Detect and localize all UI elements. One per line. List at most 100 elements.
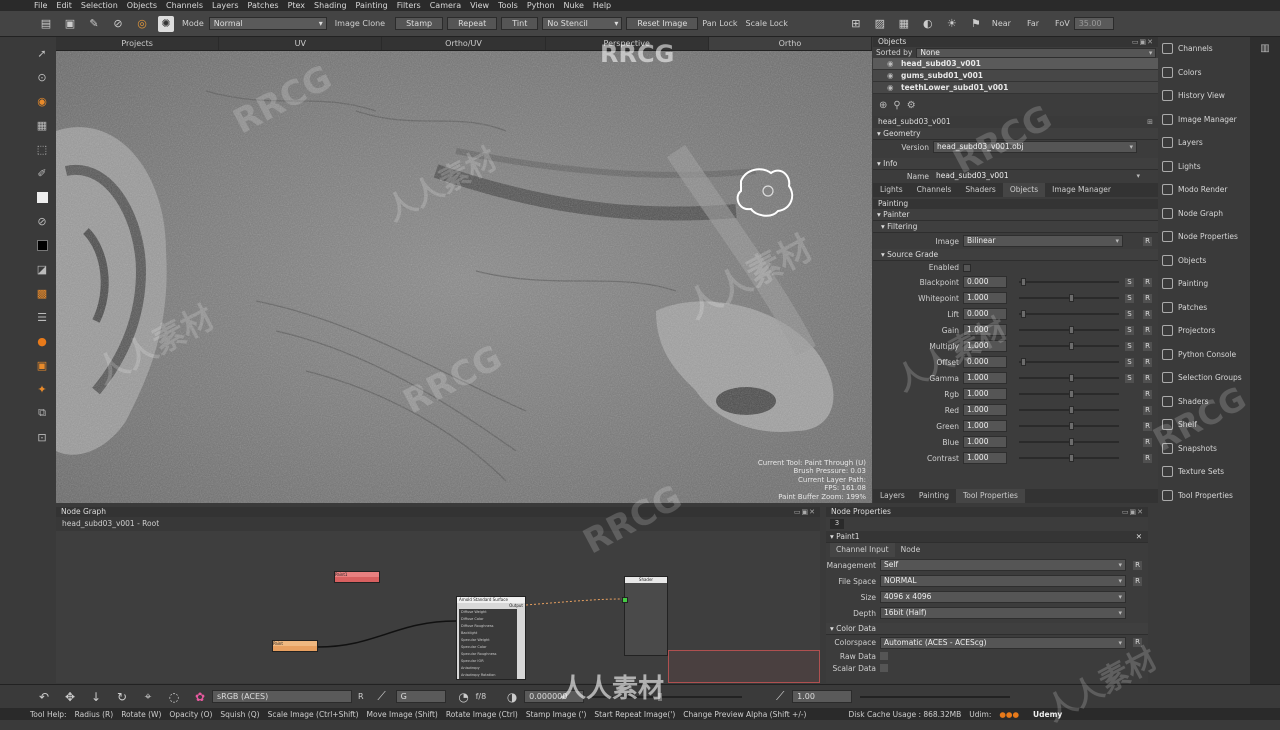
menu-patches[interactable]: Patches [248,1,279,10]
menu-ptex[interactable]: Ptex [288,1,305,10]
menu-tools[interactable]: Tools [498,1,518,10]
rotate-icon[interactable]: ↻ [114,689,130,705]
tab-layers[interactable]: Layers [873,489,912,503]
param-value-field[interactable]: 1.000 [963,340,1007,352]
grid-icon[interactable]: ▦ [33,115,51,135]
reset-button[interactable]: R [1143,453,1152,463]
eye-icon[interactable]: ◉ [887,58,894,70]
shader-input-port[interactable]: Anisotropy [461,665,517,672]
reset-button[interactable]: R [1143,389,1152,399]
add-object-icon[interactable]: ⊕ [879,100,887,111]
filtering-section[interactable]: ▾ Filtering [873,221,1158,233]
slider-knob[interactable] [1021,278,1026,286]
param-slider[interactable] [1019,390,1119,398]
menu-camera[interactable]: Camera [430,1,461,10]
geometry-section[interactable]: ▾ Geometry [873,128,1158,140]
light-icon[interactable]: ☀ [944,16,960,32]
repeat-button[interactable]: Repeat [447,17,498,30]
node-prop-dropdown[interactable]: 16bit (Half) [880,607,1126,619]
enabled-checkbox[interactable] [963,263,971,272]
menu-filters[interactable]: Filters [397,1,421,10]
shader-output-port[interactable]: Output [457,603,525,608]
reset-button[interactable]: R [1133,576,1142,586]
eraser-icon[interactable]: ⊘ [33,211,51,231]
tab-channels[interactable]: Channels [910,183,959,197]
sidebar-item-shaders[interactable]: Shaders [1158,390,1250,414]
checker-icon[interactable]: ▦ [896,16,912,32]
sidebar-item-selection-groups[interactable]: Selection Groups [1158,366,1250,390]
sidebar-item-tool-properties[interactable]: Tool Properties [1158,484,1250,508]
param-slider[interactable] [1019,438,1119,446]
param-value-field[interactable]: 1.000 [963,372,1007,384]
menu-python[interactable]: Python [527,1,555,10]
param-slider[interactable] [1019,342,1119,350]
slider-knob[interactable] [1069,342,1074,350]
eye-icon[interactable]: ◉ [887,82,894,94]
param-slider[interactable] [1019,374,1119,382]
sphere-icon[interactable]: ● [33,331,51,351]
param-slider[interactable] [1019,422,1119,430]
tab-channel-input[interactable]: Channel Input [830,543,895,557]
reset-button[interactable]: R [1143,236,1152,246]
slider-knob[interactable] [1069,294,1074,302]
history-count-field[interactable]: 3 [830,519,844,529]
reset-button[interactable]: R [1143,325,1152,335]
shader-input-port[interactable]: Diffuse Color [461,616,517,623]
tab-image-manager[interactable]: Image Manager [1045,183,1118,197]
param-slider[interactable] [1019,406,1119,414]
gain-slider[interactable] [592,692,743,701]
swap-colors-icon[interactable]: ◪ [33,259,51,279]
gamma-icon[interactable]: ⟋ [772,689,788,705]
shader-input-port[interactable]: Diffuse Roughness [461,623,517,630]
shader-merge-node[interactable]: Shader [622,576,668,656]
version-dropdown[interactable]: head_subd03_v001.obj [933,141,1137,153]
sidebar-item-snapshots[interactable]: Snapshots [1158,437,1250,461]
color-data-section[interactable]: ▾ Color Data [826,623,1148,635]
fstop-icon[interactable]: ◔ [456,689,472,705]
target-icon[interactable]: ◎ [134,16,150,32]
reset-button[interactable]: R [1133,560,1142,570]
close-icon[interactable]: ✕ [1136,531,1142,543]
node-prop-dropdown[interactable]: NORMAL [880,575,1126,587]
undo-icon[interactable]: ↶ [36,689,52,705]
sidebar-item-colors[interactable]: Colors [1158,61,1250,85]
eye-icon[interactable]: ◉ [887,70,894,82]
reset-button[interactable]: R [1143,277,1152,287]
shader-input-port[interactable]: Specular Roughness [461,651,517,658]
param-slider[interactable] [1019,358,1119,366]
reset-button[interactable]: R [1143,373,1152,383]
transform-icon[interactable]: ⌖ [140,689,156,705]
panel-controls-icon[interactable]: ▭▣✕ [794,507,816,517]
color-wheel-icon[interactable]: ✿ [192,689,208,705]
panel-controls-icon[interactable]: ▭▣✕ [1122,507,1144,517]
reset-button[interactable]: R [1143,293,1152,303]
separate-button[interactable]: S [1125,341,1134,351]
sidebar-item-texture-sets[interactable]: Texture Sets [1158,460,1250,484]
tint-button[interactable]: Tint [501,17,539,30]
image-icon[interactable]: ▨ [872,16,888,32]
brush-icon[interactable]: ✎ [86,16,102,32]
tab-lights[interactable]: Lights [873,183,910,197]
menu-layers[interactable]: Layers [212,1,238,10]
shader-input-port[interactable]: Anisotropy Rotation [461,672,517,679]
save-icon[interactable]: ▣ [62,16,78,32]
layout-icon[interactable]: ▥ [1250,43,1280,54]
reset-button[interactable]: R [1143,341,1152,351]
param-value-field[interactable]: 0.000 [963,308,1007,320]
slider-knob[interactable] [1021,358,1026,366]
node-prop-dropdown[interactable]: Self [880,559,1126,571]
object-item[interactable]: ◉ teethLower_subd01_v001 [873,82,1158,94]
tab-objects[interactable]: Objects [1002,183,1046,197]
camera-icon[interactable]: ⚑ [968,16,984,32]
reset-button[interactable]: R [1143,437,1152,447]
paint-node[interactable]: Paint [272,640,318,652]
reset-button[interactable]: R [1143,309,1152,319]
object-item[interactable]: ◉ head_subd03_v001 [873,58,1158,70]
paint-node-section[interactable]: ▾ Paint1 ✕ [826,531,1148,543]
slider-knob[interactable] [1069,326,1074,334]
mode-dropdown[interactable]: Normal ▾ [208,17,327,30]
param-slider[interactable] [1019,278,1119,286]
settings-icon[interactable]: ⚙ [907,100,916,111]
down-arrow-icon[interactable]: ↓ [88,689,104,705]
brush-preset-icon[interactable]: ✺ [158,15,174,32]
